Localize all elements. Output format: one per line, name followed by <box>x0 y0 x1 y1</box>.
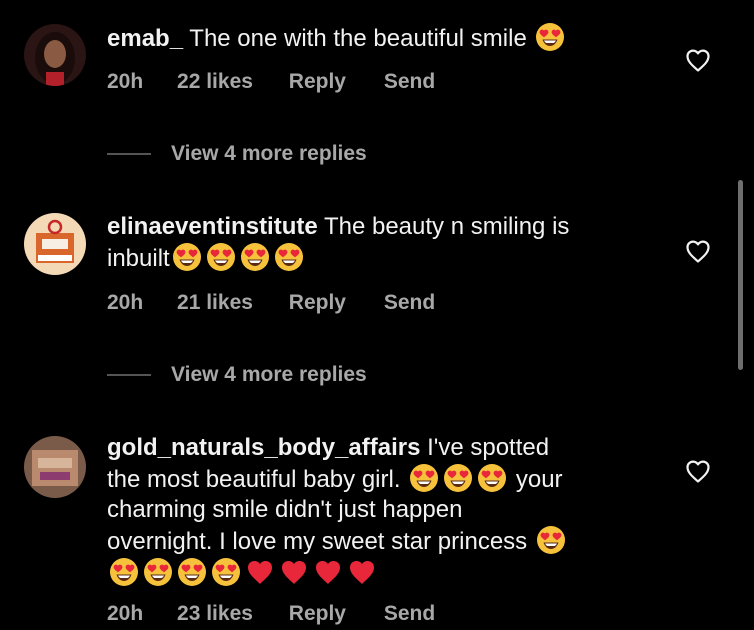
comment-body: inbuilt <box>107 245 170 272</box>
comment-body: charming smile didn't just happen <box>107 496 463 523</box>
view-more-replies-1[interactable]: View 4 more replies <box>107 139 367 169</box>
username[interactable]: elinaeventinstitute <box>107 213 318 240</box>
likes-count[interactable]: 23 likes <box>177 602 253 626</box>
comment-meta: 20h 22 likes Reply Send <box>107 70 435 94</box>
heart-eyes-emoji <box>443 463 473 493</box>
heart-outline-icon[interactable] <box>683 236 713 266</box>
heart-eyes-emoji <box>206 242 236 272</box>
timestamp: 20h <box>107 291 144 314</box>
comment-text: elinaeventinstitute The beauty n smiling… <box>107 212 647 274</box>
heart-eyes-emoji <box>240 242 270 272</box>
comment-body: the most beautiful baby girl. <box>107 466 408 493</box>
scrollbar[interactable] <box>738 180 743 370</box>
send-button[interactable]: Send <box>384 70 435 94</box>
avatar[interactable] <box>24 436 86 498</box>
red-heart-emoji <box>279 557 309 587</box>
timestamp: 20h <box>107 70 144 93</box>
heart-eyes-emoji <box>211 557 241 587</box>
username[interactable]: gold_naturals_body_affairs <box>107 434 420 461</box>
heart-eyes-emoji <box>143 557 173 587</box>
comment-body: The one with the beautiful smile <box>183 25 534 52</box>
send-button[interactable]: Send <box>384 602 435 626</box>
username[interactable]: emab_ <box>107 25 183 52</box>
view-replies-label: View 4 more replies <box>171 363 367 386</box>
heart-eyes-emoji <box>409 463 439 493</box>
comment-meta: 20h 21 likes Reply Send <box>107 291 435 315</box>
comment-body: your <box>509 466 563 493</box>
heart-eyes-emoji <box>109 557 139 587</box>
comment-text: gold_naturals_body_affairs I've spotted … <box>107 433 647 589</box>
likes-count[interactable]: 22 likes <box>177 70 253 94</box>
heart-eyes-emoji <box>535 22 565 52</box>
timestamp: 20h <box>107 602 144 625</box>
heart-eyes-emoji <box>477 463 507 493</box>
heart-eyes-emoji <box>177 557 207 587</box>
heart-eyes-emoji <box>536 525 566 555</box>
avatar[interactable] <box>24 24 86 86</box>
view-more-replies-2[interactable]: View 4 more replies <box>107 360 367 390</box>
comment-body: overnight. I love my sweet star princess <box>107 528 534 555</box>
comment-meta: 20h 23 likes Reply Send <box>107 602 435 626</box>
red-heart-emoji <box>245 557 275 587</box>
red-heart-emoji <box>313 557 343 587</box>
heart-eyes-emoji <box>274 242 304 272</box>
comment-text: emab_ The one with the beautiful smile <box>107 22 647 54</box>
divider-line <box>107 374 151 376</box>
heart-outline-icon[interactable] <box>683 45 713 75</box>
reply-button[interactable]: Reply <box>289 291 346 315</box>
avatar[interactable] <box>24 213 86 275</box>
comment-body: The beauty n smiling is <box>317 213 570 240</box>
send-button[interactable]: Send <box>384 291 435 315</box>
likes-count[interactable]: 21 likes <box>177 291 253 315</box>
reply-button[interactable]: Reply <box>289 602 346 626</box>
view-replies-label: View 4 more replies <box>171 142 367 165</box>
heart-eyes-emoji <box>172 242 202 272</box>
divider-line <box>107 153 151 155</box>
comment-body: I've spotted <box>420 434 550 461</box>
red-heart-emoji <box>347 557 377 587</box>
heart-outline-icon[interactable] <box>683 456 713 486</box>
reply-button[interactable]: Reply <box>289 70 346 94</box>
